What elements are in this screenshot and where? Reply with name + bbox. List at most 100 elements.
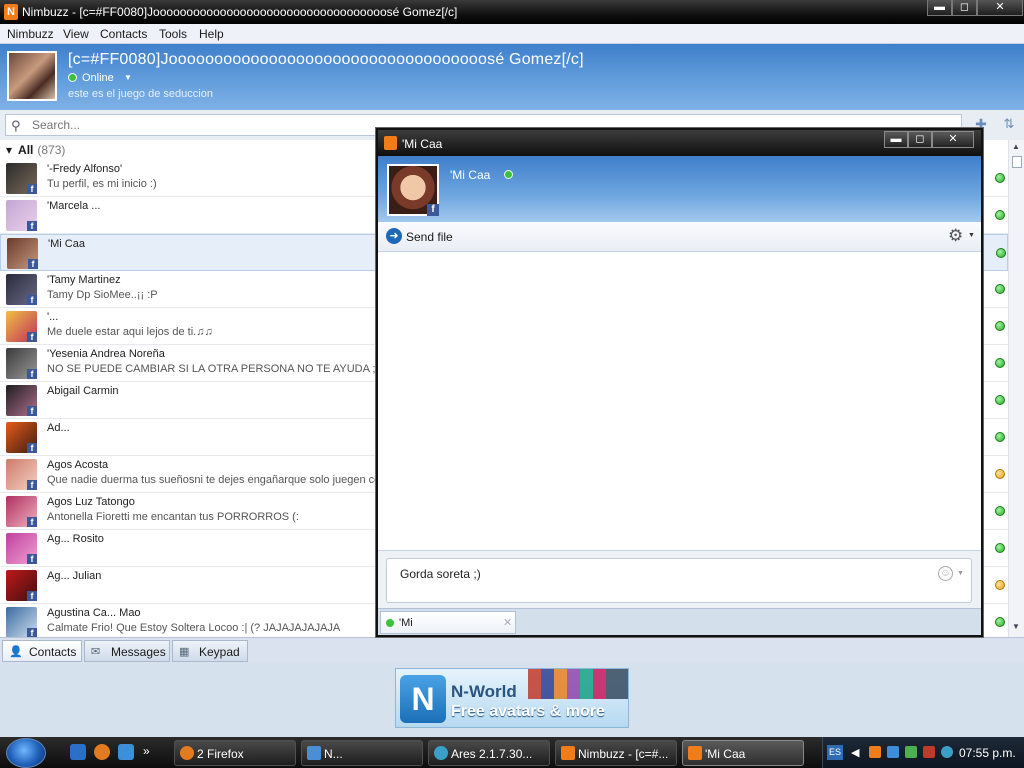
ares-icon — [434, 746, 448, 760]
contact-online-icon — [504, 170, 513, 179]
tray-nimbuzz-icon[interactable] — [869, 746, 881, 758]
quicklaunch-ie-icon[interactable] — [118, 744, 134, 760]
collapse-icon[interactable]: ▾ — [6, 143, 12, 157]
contact-status-message: Me duele estar aqui lejos de ti.♫♫ — [47, 326, 213, 338]
menu-nimbuzz[interactable]: Nimbuzz — [7, 27, 54, 41]
quicklaunch-3d-icon[interactable] — [70, 744, 86, 760]
facebook-icon: f — [27, 480, 37, 490]
contact-list-scrollbar[interactable]: ▲ ▼ — [1008, 140, 1024, 637]
menu-tools[interactable]: Tools — [159, 27, 187, 41]
profile-status[interactable]: Online — [68, 72, 114, 84]
menu-view[interactable]: View — [63, 27, 89, 41]
facebook-icon: f — [27, 591, 37, 601]
task-firefox[interactable]: 2 Firefox — [174, 740, 296, 766]
scroll-down-icon[interactable]: ▼ — [1012, 622, 1020, 631]
online-status-icon — [995, 321, 1005, 331]
minimize-button[interactable]: ▬ — [927, 0, 952, 16]
contact-status-message: NO SE PUEDE CAMBIAR SI LA OTRA PERSONA N… — [47, 363, 380, 375]
contact-name: 'Yesenia Andrea Noreña — [47, 348, 165, 360]
tab-keypad-label: Keypad — [199, 645, 240, 659]
window-title: Nimbuzz - [c=#FF0080]Joooooooooooooooooo… — [22, 5, 458, 19]
quicklaunch-firefox-icon[interactable] — [94, 744, 110, 760]
profile-name[interactable]: [c=#FF0080]Joooooooooooooooooooooooooooo… — [68, 51, 584, 69]
smiley-icon[interactable]: ☺ — [938, 566, 953, 581]
chat-tab[interactable]: 'Mi ✕ — [380, 611, 516, 634]
sort-icon[interactable]: ⇅ — [1000, 116, 1018, 134]
taskbar-clock[interactable]: 07:55 p.m. — [959, 746, 1016, 760]
task-nimbuzz-label: Nimbuzz - [c=#... — [578, 747, 669, 761]
menu-contacts[interactable]: Contacts — [100, 27, 147, 41]
contact-status-message: Tu perfil, es mi inicio :) — [47, 178, 157, 190]
task-ares[interactable]: Ares 2.1.7.30... — [428, 740, 550, 766]
language-indicator[interactable]: ES — [827, 745, 843, 760]
tab-contacts-label: Contacts — [29, 645, 77, 659]
tray-volume-icon[interactable] — [923, 746, 935, 758]
scrollbar-thumb[interactable] — [1012, 156, 1022, 168]
start-button[interactable] — [6, 738, 46, 768]
tray-app-icon[interactable] — [887, 746, 899, 758]
facebook-icon: f — [27, 295, 37, 305]
task-chat-label: 'Mi Caa — [705, 747, 746, 761]
firefox-icon — [180, 746, 194, 760]
task-chat[interactable]: 'Mi Caa — [682, 740, 804, 766]
tab-keypad[interactable]: ▦ Keypad — [172, 640, 248, 662]
online-status-icon — [995, 173, 1005, 183]
facebook-icon: f — [27, 406, 37, 416]
facebook-icon: f — [27, 332, 37, 342]
nimbuzz-app-icon: N — [4, 4, 18, 20]
chat-titlebar[interactable]: 'Mi Caa ▬ ◻ ✕ — [378, 130, 981, 156]
tray-ares-icon[interactable] — [941, 746, 953, 758]
close-button[interactable]: ✕ — [977, 0, 1023, 16]
contact-name: 'Tamy Martinez — [47, 274, 121, 286]
window-titlebar: N Nimbuzz - [c=#FF0080]Joooooooooooooooo… — [0, 0, 1024, 24]
send-file-button[interactable]: Send file — [406, 230, 453, 244]
gear-icon[interactable]: ⚙ — [948, 226, 963, 246]
online-status-icon — [995, 210, 1005, 220]
message-input[interactable]: Gorda soreta ;) ☺ ▼ — [386, 558, 972, 603]
tray-expand-icon[interactable]: ◀ — [851, 746, 863, 759]
keypad-icon: ▦ — [179, 646, 190, 658]
online-status-icon — [68, 73, 77, 82]
chat-maximize-button[interactable]: ◻ — [908, 131, 932, 148]
smiley-dropdown-icon[interactable]: ▼ — [957, 570, 964, 577]
menu-help[interactable]: Help — [199, 27, 224, 41]
ad-subtitle: Free avatars & more — [451, 703, 605, 720]
tray-network-icon[interactable] — [905, 746, 917, 758]
task-nimbuzz[interactable]: Nimbuzz - [c=#... — [555, 740, 677, 766]
chat-tab-label-text: 'Mi — [399, 617, 413, 629]
system-tray: ES ◀ 07:55 p.m. — [822, 737, 1024, 768]
facebook-icon: f — [27, 184, 37, 194]
quicklaunch-more-icon[interactable]: » — [143, 744, 159, 760]
tab-contacts[interactable]: 👤 Contacts — [2, 640, 82, 662]
task-firefox-label: 2 Firefox — [197, 747, 244, 761]
ad-area: N N-World Free avatars & more — [0, 663, 1024, 737]
tab-messages[interactable]: ✉ Messages — [84, 640, 170, 662]
chat-tab-online-icon — [386, 619, 394, 627]
main-tabs: 👤 Contacts ✉ Messages ▦ Keypad — [0, 637, 1024, 663]
message-input-text: Gorda soreta ;) — [400, 567, 481, 581]
status-dropdown-icon[interactable]: ▼ — [124, 73, 132, 82]
contact-status-message: Antonella Fioretti me encantan tus PORRO… — [47, 511, 299, 523]
contact-name: Agos Luz Tatongo — [47, 496, 135, 508]
contact-name: Ad... — [47, 422, 70, 434]
profile-mood[interactable]: este es el juego de seduccion — [68, 88, 213, 100]
send-file-icon[interactable]: ➜ — [386, 228, 402, 244]
contact-name: 'Mi Caa — [48, 238, 85, 250]
contact-status-message: Tamy Dp SioMee..¡¡ :P — [47, 289, 158, 301]
menubar: Nimbuzz View Contacts Tools Help — [0, 24, 1024, 44]
gear-dropdown-icon[interactable]: ▼ — [968, 232, 975, 239]
profile-avatar[interactable] — [7, 51, 57, 101]
scroll-up-icon[interactable]: ▲ — [1012, 142, 1020, 151]
contact-status-message: Calmate Frio! Que Estoy Soltera Locoo :|… — [47, 622, 341, 634]
chat-minimize-button[interactable]: ▬ — [884, 131, 908, 148]
task-messenger[interactable]: N... — [301, 740, 423, 766]
nworld-ad-banner[interactable]: N N-World Free avatars & more — [395, 668, 629, 728]
online-status-icon — [995, 432, 1005, 442]
chat-tab-close-icon[interactable]: ✕ — [503, 616, 512, 629]
chat-close-button[interactable]: ✕ — [932, 131, 974, 148]
chat-contact-avatar[interactable]: f — [387, 164, 439, 216]
contact-name: Agos Acosta — [47, 459, 109, 471]
facebook-icon: f — [27, 369, 37, 379]
maximize-button[interactable]: ◻ — [952, 0, 977, 16]
online-status-icon — [996, 248, 1006, 258]
